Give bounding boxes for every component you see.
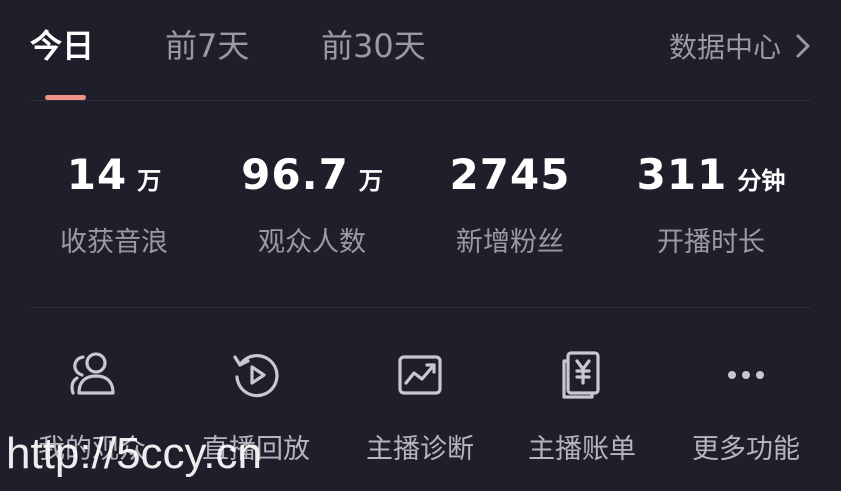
- replay-icon: [233, 354, 279, 398]
- stat-label: 观众人数: [258, 227, 366, 258]
- bill-icon: [562, 351, 600, 399]
- chevron-right-icon: [796, 34, 810, 58]
- watermark: http://5ccy.cn: [6, 429, 262, 478]
- stats-row: 14 万 收获音浪 96.7 万 观众人数 2745 新增粉丝 311 分钟 开…: [0, 150, 841, 260]
- stat-new-followers[interactable]: 2745 新增粉丝: [410, 150, 610, 259]
- tab-last-30-days[interactable]: 前30天: [321, 26, 426, 66]
- feature-more[interactable]: 更多功能: [664, 345, 828, 466]
- feature-label: 主播诊断: [366, 434, 474, 465]
- feature-streamer-bill[interactable]: 主播账单: [500, 345, 664, 466]
- diagnosis-icon: [398, 355, 442, 395]
- data-center-link[interactable]: 数据中心: [669, 28, 811, 64]
- stat-value: 96.7: [241, 150, 349, 199]
- tab-today[interactable]: 今日: [30, 26, 94, 66]
- divider: [30, 307, 811, 308]
- feature-streamer-diagnosis[interactable]: 主播诊断: [338, 345, 502, 466]
- stat-label: 收获音浪: [60, 227, 168, 258]
- stat-value: 14: [66, 150, 128, 199]
- stat-value: 2745: [449, 150, 571, 199]
- data-center-label: 数据中心: [668, 31, 781, 64]
- stat-viewers[interactable]: 96.7 万 观众人数: [212, 150, 412, 259]
- divider: [30, 100, 811, 101]
- stat-live-duration[interactable]: 311 分钟 开播时长: [611, 150, 811, 259]
- stat-label: 开播时长: [657, 227, 765, 258]
- period-tabs: 今日 前7天 前30天 数据中心: [0, 0, 841, 100]
- stat-unit: 万: [137, 167, 162, 195]
- stat-value: 311: [636, 150, 728, 199]
- more-icon: [728, 371, 764, 379]
- feature-label: 主播账单: [528, 434, 636, 465]
- stat-unit: 分钟: [737, 167, 786, 195]
- stat-unit: 万: [358, 167, 383, 195]
- stat-sound-waves[interactable]: 14 万 收获音浪: [14, 150, 214, 259]
- stat-label: 新增粉丝: [456, 227, 564, 258]
- audience-icon: [70, 352, 115, 395]
- tab-last-7-days[interactable]: 前7天: [165, 26, 249, 66]
- feature-label: 更多功能: [692, 434, 800, 465]
